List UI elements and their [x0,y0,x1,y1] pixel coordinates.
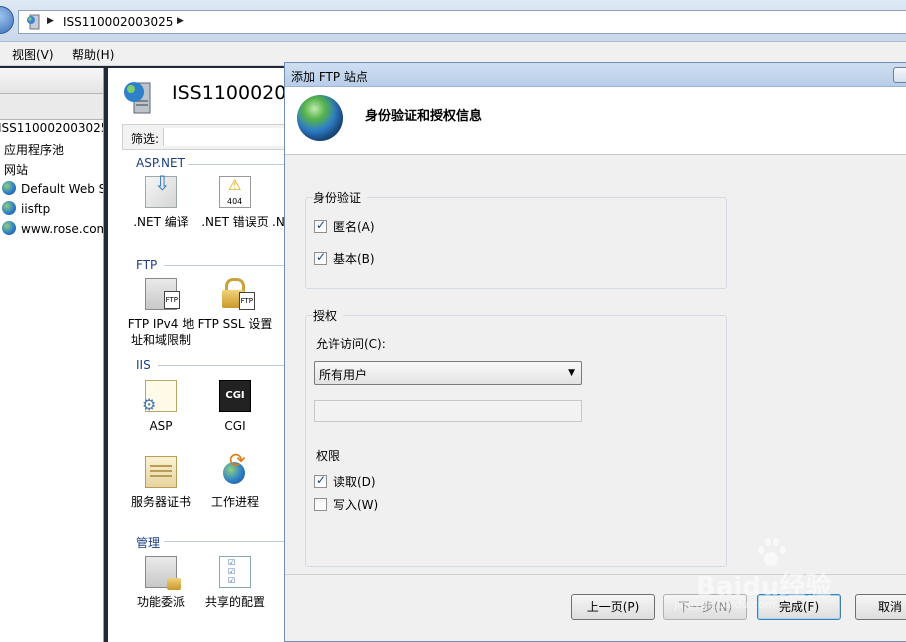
page-title: ISS11000200 [172,82,299,104]
write-checkbox[interactable]: 写入(W) [314,496,378,513]
checkbox-label: 匿名(A) [333,220,375,234]
checkbox-label: 写入(W) [333,498,379,512]
feature-label: FTP SSL 设置 [197,317,273,331]
menu-view[interactable]: 视图(V) [12,46,54,63]
tree-item-iisftp[interactable]: iisftp [2,201,50,216]
dialog-heading: 身份验证和授权信息 [365,109,483,124]
feature-label: 工作进程 [210,495,259,509]
tree-item-sites[interactable]: 网站 [4,161,28,178]
feature-ftp-ssl[interactable]: FTP SSL 设置 [196,278,274,332]
checkbox-label: 读取(D) [333,475,376,489]
feature-net-error-pages[interactable]: .NET 错误页 [196,176,274,230]
certificate-icon [145,456,177,488]
feature-delegation-icon [145,556,181,590]
address-box[interactable]: ▶ ISS110002003025 ▶ [18,10,906,34]
globe-icon [2,221,16,235]
compile-icon [145,175,177,208]
chevron-down-icon: ▼ [568,368,575,378]
allow-access-select[interactable]: 所有用户 ▼ [314,361,582,385]
dialog-titlebar[interactable]: 添加 FTP 站点 [285,63,906,87]
feature-cgi[interactable]: CGI CGI [196,380,274,434]
feature-label: 服务器证书 [130,495,191,509]
feature-label: CGI [224,419,246,433]
feature-shared-config[interactable]: 共享的配置 [196,556,274,610]
tree-item-server[interactable]: ISS110002003025 (IS [0,121,104,135]
feature-label: 共享的配置 [204,595,265,609]
breadcrumb-arrow-icon[interactable]: ▶ [47,16,54,26]
paw-logo-icon [754,538,788,568]
authz-group-label: 授权 [313,307,344,324]
feature-label: ASP [149,419,173,433]
checkbox-unchecked-icon[interactable] [314,498,327,511]
section-ftp: FTP [136,258,158,272]
anonymous-checkbox[interactable]: 匿名(A) [314,218,375,235]
read-checkbox[interactable]: 读取(D) [314,473,376,490]
tree-item-label: iisftp [21,202,51,216]
filter-bar: 筛选: ▼ [122,124,308,150]
address-bar: ▶ ISS110002003025 ▶ [0,0,906,42]
cgi-icon: CGI [219,380,251,412]
server-icon [124,82,151,114]
shared-config-icon [219,556,251,588]
tree-item-label: www.rose.com [21,222,104,236]
back-button[interactable] [0,6,14,34]
feature-label: .NET 编译 [133,215,189,229]
close-button[interactable] [893,67,906,83]
allow-access-label: 允许访问(C): [316,337,386,351]
tree-item-label: 网站 [4,163,29,177]
lock-icon [219,278,255,310]
menu-help[interactable]: 帮助(H) [72,46,114,63]
tree-subheader [0,94,103,120]
globe-icon [297,95,343,141]
filter-label: 筛选: [131,132,160,146]
asp-icon [142,380,177,413]
section-iis: IIS [136,358,151,372]
connections-tree: ISS110002003025 (IS 应用程序池 网站 Default Web… [0,68,104,642]
feature-label: 功能委派 [136,595,185,609]
baidu-watermark: Baidu经验 jingyan.baidu.com [674,536,896,611]
previous-button[interactable]: 上一页(P) [571,594,655,620]
worker-process-icon [219,452,251,488]
feature-delegation[interactable]: 功能委派 [122,556,200,610]
select-value: 所有用户 [319,368,368,382]
feature-asp[interactable]: ASP [122,380,200,434]
auth-groupbox [305,197,727,289]
feature-worker-processes[interactable]: 工作进程 [196,452,274,510]
section-manage: 管理 [136,536,161,550]
checkbox-checked-icon[interactable] [314,218,327,233]
checkbox-checked-icon[interactable] [314,250,327,265]
tree-item-label: 应用程序池 [4,143,65,157]
server-icon [27,14,40,30]
feature-label: FTP IPv4 地址和域限制 [127,317,195,347]
basic-checkbox[interactable]: 基本(B) [314,250,375,267]
ftp-ip-restrictions-icon [145,278,180,310]
dialog-header: 身份验证和授权信息 [285,87,906,155]
tree-item-label: ISS110002003025 (IS [0,121,104,135]
feature-server-certificates[interactable]: 服务器证书 [122,456,200,510]
error-page-icon [219,176,251,210]
feature-ftp-ipv4[interactable]: FTP IPv4 地址和域限制 [122,278,200,348]
feature-label: .NET 错误页 [201,215,269,229]
features-view: ISS11000200 筛选: ▼ ASP.NET .NET 编译 .NET 错… [108,68,308,642]
tree-item-app-pools[interactable]: 应用程序池 [4,141,64,158]
globe-icon [2,201,16,215]
checkbox-checked-icon[interactable] [314,473,327,488]
feature-net-compile[interactable]: .NET 编译 [122,175,200,230]
tree-toolbar [0,68,103,94]
breadcrumb-arrow-icon[interactable]: ▶ [177,16,184,26]
breadcrumb-server[interactable]: ISS110002003025 [63,15,173,29]
tree-item-label: Default Web S [21,182,104,196]
checkbox-label: 基本(B) [333,252,375,266]
watermark-url: jingyan.baidu.com [674,598,776,611]
permissions-label: 权限 [316,449,341,463]
dialog-title: 添加 FTP 站点 [291,70,368,84]
users-textbox [314,400,582,422]
tree-item-default-web-site[interactable]: Default Web S [2,181,104,196]
auth-group-label: 身份验证 [313,189,368,206]
authz-groupbox [305,315,727,567]
globe-icon [2,181,16,195]
section-aspnet: ASP.NET [136,156,185,170]
tree-item-rose[interactable]: www.rose.com [2,221,104,236]
